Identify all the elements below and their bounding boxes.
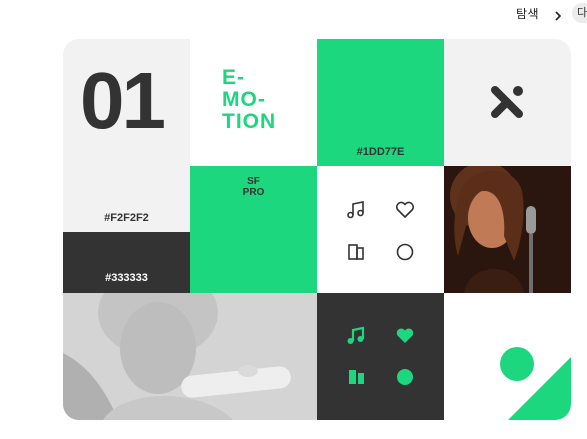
circle-icon (394, 366, 416, 388)
brand-logo-icon (488, 83, 526, 121)
font-line: SF (247, 176, 260, 187)
pages-icon (345, 241, 367, 263)
music-note-icon (345, 325, 367, 347)
circle-icon (394, 241, 416, 263)
title-cell: E- MO- TION (190, 39, 317, 166)
filled-icons-cell (317, 293, 444, 420)
emotion-title: E- MO- TION (222, 67, 276, 133)
top-bar: 탐색 다 (0, 0, 587, 28)
green-swatch-label: #1DD77E (356, 146, 405, 158)
font-line: PRO (242, 187, 265, 198)
explore-link[interactable]: 탐색 (516, 5, 539, 22)
edge-button[interactable]: 다 (572, 3, 587, 23)
emotion-brand-card: 01 #F2F2F2 #333333 E- MO- TION #1DD77E S… (63, 39, 571, 420)
pages-icon (345, 366, 367, 388)
green-swatch-cell: #1DD77E (317, 39, 444, 166)
heart-icon (394, 199, 416, 221)
title-line: E- (222, 66, 245, 89)
light-swatch-cell: 01 #F2F2F2 (63, 39, 190, 232)
heart-icon (394, 325, 416, 347)
chevron-right-icon[interactable] (553, 7, 563, 21)
dark-swatch-cell: #333333 (63, 232, 190, 293)
dark-swatch-label: #333333 (105, 272, 148, 284)
title-line: TION (222, 110, 277, 133)
font-cell: SF PRO (190, 166, 317, 293)
light-swatch-label: #F2F2F2 (104, 212, 149, 224)
music-note-icon (345, 199, 367, 221)
title-line: MO- (222, 88, 266, 111)
font-name: SF PRO (190, 176, 317, 198)
singer-photo (444, 166, 571, 293)
logo-cell (444, 39, 571, 166)
shape-graphic (500, 347, 571, 420)
shape-cell (444, 293, 571, 420)
outline-icons-cell (317, 166, 444, 293)
big-number: 01 (80, 56, 166, 145)
phone-photo (63, 293, 317, 420)
